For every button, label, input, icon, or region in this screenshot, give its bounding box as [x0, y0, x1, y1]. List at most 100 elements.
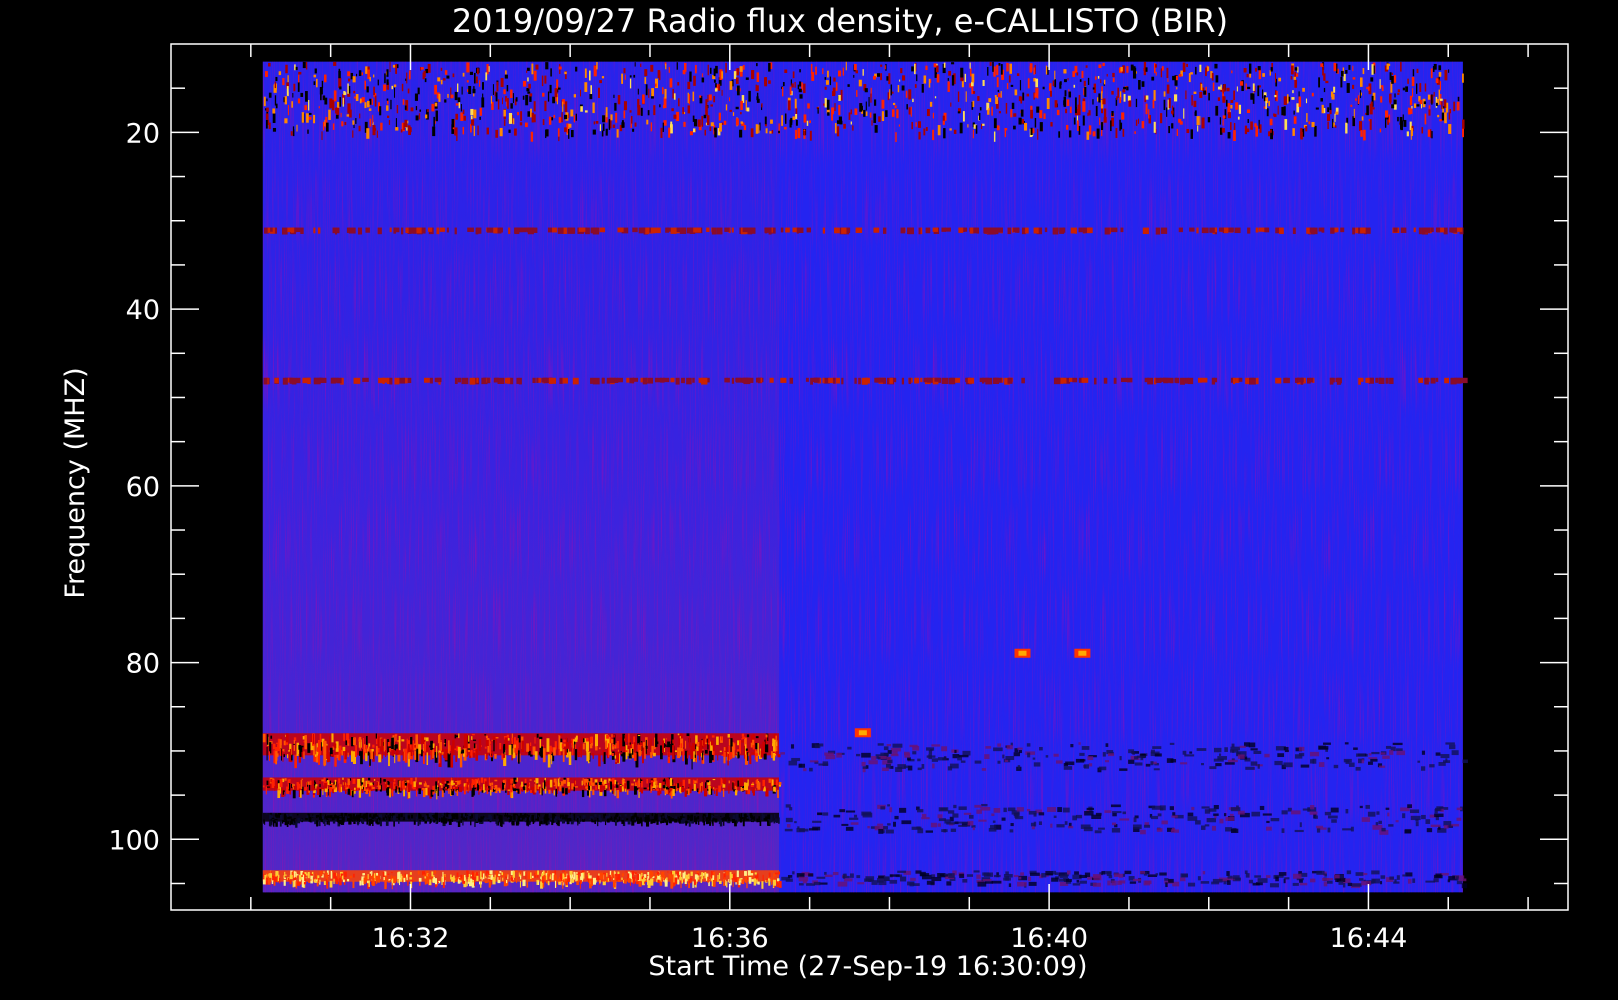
- spectrogram-feature-band-mark: [1205, 67, 1207, 77]
- spectrogram-feature-band-mark: [926, 108, 930, 117]
- spectrogram-feature-band-mark: [1000, 64, 1003, 75]
- spectrogram-feature-band-mark: [756, 779, 759, 788]
- spectrogram-feature-band-mark: [452, 740, 454, 755]
- spectrogram-feature-line-mark: [918, 227, 921, 235]
- spectrogram-feature-band-mark: [582, 743, 585, 750]
- spectrogram-feature-band-mark: [475, 818, 478, 822]
- spectrogram-feature-band-mark: [687, 814, 690, 820]
- spectrogram-feature-line-mark: [508, 227, 511, 234]
- spectrogram-feature-band-mark: [1082, 98, 1086, 102]
- spectrogram-feature-band-mark: [1222, 96, 1226, 103]
- spectrogram-feature-band-mark: [485, 870, 487, 878]
- spectrogram-feature-band-mark: [603, 814, 605, 819]
- spectrogram-feature-band-mark: [873, 75, 876, 80]
- spectrogram-feature-line-mark: [1007, 227, 1012, 235]
- spectrogram-right-streak: [997, 760, 1001, 764]
- spectrogram-feature-band-mark: [671, 818, 675, 821]
- spectrogram-feature-line-mark: [1279, 227, 1284, 235]
- spectrogram-feature-band-mark: [1000, 91, 1002, 98]
- spectrogram-feature-band-mark: [522, 95, 525, 100]
- spectrogram-feature-band-mark: [700, 785, 703, 793]
- spectrogram-feature-band-mark: [1277, 105, 1279, 115]
- spectrogram-feature-band-mark: [366, 86, 369, 93]
- spectrogram-feature-band-mark: [1106, 73, 1108, 77]
- spectrogram-feature-band-mark: [1384, 117, 1387, 128]
- spectrogram-feature-band-mark: [856, 90, 858, 97]
- spectrogram-feature-band-mark: [697, 119, 701, 127]
- spectrogram-right-streak: [1237, 754, 1245, 759]
- spectrogram-feature-line-mark: [405, 227, 409, 234]
- spectrogram-feature-band-mark: [921, 84, 924, 93]
- spectrogram-right-streak: [877, 756, 881, 760]
- spectrogram-feature-line-mark: [424, 377, 430, 383]
- spectrogram-feature-band-mark: [1462, 127, 1465, 138]
- spectrogram-feature-band-mark: [471, 736, 473, 740]
- spectrogram-feature-line-mark: [670, 377, 675, 383]
- spectrogram-feature-band-mark: [343, 733, 345, 742]
- spectrogram-feature-band-mark: [451, 118, 455, 128]
- spectrogram-feature-band-mark: [562, 881, 564, 889]
- spectrogram-feature-band-mark: [407, 815, 410, 819]
- spectrogram-feature-band-mark: [596, 875, 600, 880]
- spectrogram-feature-band-mark: [516, 877, 518, 883]
- spectrogram-feature-line-mark: [562, 377, 569, 384]
- spectrogram-feature-band-mark: [755, 124, 759, 134]
- spectrogram-right-streak: [1026, 743, 1031, 747]
- spectrogram-feature-band-mark: [743, 125, 747, 131]
- spectrogram-feature-line-mark: [670, 227, 677, 234]
- spectrogram-feature-band-mark: [424, 78, 427, 83]
- spectrogram-feature-band-mark: [736, 85, 740, 96]
- spectrogram-feature-band-mark: [1153, 121, 1156, 133]
- spectrogram-feature-band-mark: [295, 881, 298, 889]
- spectrogram-right-streak: [1006, 744, 1013, 750]
- spectrogram-feature-band-mark: [425, 744, 429, 752]
- spectrogram-feature-band-mark: [1290, 76, 1293, 80]
- spectrogram-feature-band-mark: [297, 98, 301, 104]
- spectrogram-feature-band-mark: [466, 80, 469, 83]
- spectrogram-right-streak: [847, 746, 852, 750]
- spectrogram-feature-band-mark: [1273, 114, 1275, 118]
- spectrogram-feature-band-mark: [1056, 109, 1060, 116]
- spectrogram-feature-band-mark: [426, 752, 429, 766]
- spectrogram-feature-band-mark: [797, 128, 801, 139]
- spectrogram-feature-band-mark: [505, 790, 507, 793]
- spectrogram-feature-line-mark: [389, 227, 392, 233]
- spectrogram-feature-band-mark: [1252, 93, 1255, 104]
- spectrogram-feature-band-mark: [530, 131, 534, 142]
- spectrogram-feature-band-mark: [760, 750, 764, 758]
- spectrogram-feature-band-mark: [455, 735, 458, 738]
- spectrogram-feature-line-mark: [855, 227, 863, 233]
- spectrogram-feature-band-mark: [703, 114, 707, 119]
- spectrogram-feature-band-mark: [718, 872, 721, 880]
- spectrogram-feature-band-mark: [430, 876, 434, 879]
- spectrogram-feature-band-mark: [730, 874, 733, 879]
- spectrogram-feature-band-mark: [369, 782, 373, 786]
- spectrogram-feature-band-mark: [721, 89, 723, 96]
- spectrogram-feature-band-mark: [915, 122, 917, 127]
- spectrogram-feature-band-mark: [854, 108, 858, 115]
- spectrogram-feature-band-mark: [754, 872, 757, 875]
- spectrogram-feature-band-mark: [629, 110, 632, 113]
- spectrogram-feature-band-mark: [572, 743, 574, 756]
- spectrogram-feature-band-mark: [656, 819, 659, 825]
- spectrogram-feature-band-mark: [732, 112, 735, 116]
- spectrogram-right-streak: [1318, 762, 1325, 767]
- spectrogram-feature-band-mark: [677, 816, 679, 823]
- spectrogram-feature-band-mark: [1151, 76, 1155, 81]
- spectrogram-feature-band-mark: [692, 128, 696, 133]
- spectrogram-feature-line-mark: [832, 377, 836, 384]
- spectrogram-feature-band-mark: [266, 746, 268, 761]
- spectrogram-right-streak: [1309, 751, 1320, 757]
- spectrogram-feature-band-mark: [460, 819, 462, 823]
- spectrogram-feature-band-mark: [447, 753, 451, 768]
- spectrogram-feature-band-mark: [769, 131, 772, 134]
- spectrogram-feature-band-mark: [667, 871, 669, 873]
- spectrogram-right-streak: [962, 750, 971, 756]
- spectrogram-right-streak: [895, 767, 903, 772]
- spectrogram-feature-band-mark: [709, 126, 712, 132]
- spectrogram-feature-band-mark: [1178, 74, 1182, 77]
- spectrogram-feature-band-mark: [471, 783, 474, 788]
- spectrogram-feature-band-mark: [943, 128, 946, 139]
- spectrogram-right-streak: [818, 763, 829, 766]
- spectrogram-feature-band-mark: [1194, 111, 1197, 116]
